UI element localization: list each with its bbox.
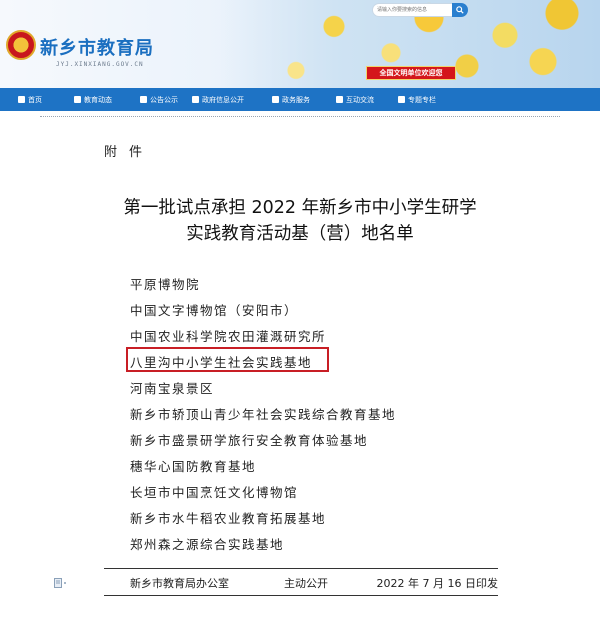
- speaker-icon: [192, 96, 199, 103]
- civilized-unit-badge: 全国文明单位欢迎您: [366, 66, 456, 80]
- nav-item-news[interactable]: 教育动态: [74, 88, 140, 111]
- nav-item-label: 教育动态: [84, 95, 112, 104]
- document-icon: [54, 578, 66, 588]
- site-title[interactable]: 新乡市教育局: [40, 34, 154, 60]
- site-domain: JYJ.XINXIANG.GOV.CN: [56, 61, 144, 68]
- list-item: 平原博物院: [130, 277, 201, 292]
- list-item: 河南宝泉景区: [130, 381, 215, 396]
- folder-icon: [398, 96, 405, 103]
- nav-item-label: 首页: [28, 95, 42, 104]
- list-item: 新乡市水牛稻农业教育拓展基地: [130, 511, 327, 526]
- search-box[interactable]: [372, 3, 460, 17]
- list-item: 中国文字博物馆（安阳市）: [130, 303, 299, 318]
- nav-item-services[interactable]: 政务服务: [272, 88, 336, 111]
- nav-item-home[interactable]: 首页: [18, 88, 74, 111]
- nav-item-interaction[interactable]: 互动交流: [336, 88, 398, 111]
- footer-top-rule: [104, 568, 498, 569]
- document-title-line2: 实践教育活动基（营）地名单: [186, 224, 414, 244]
- news-icon: [74, 96, 81, 103]
- header-banner: 新乡市教育局 JYJ.XINXIANG.GOV.CN 全国文明单位欢迎您: [0, 0, 600, 88]
- document-body: 附件 第一批试点承担 2022 年新乡市中小学生研学 实践教育活动基（营）地名单…: [0, 117, 600, 623]
- nav-item-topics[interactable]: 专题专栏: [398, 88, 468, 111]
- nav-item-label: 公告公示: [150, 95, 178, 104]
- national-emblem-icon: [6, 30, 36, 60]
- search-icon: [456, 6, 464, 14]
- chat-icon: [336, 96, 343, 103]
- attachment-label: 附件: [104, 145, 155, 160]
- issuing-office: 新乡市教育局办公室: [130, 577, 229, 590]
- document-title-line1: 第一批试点承担 2022 年新乡市中小学生研学: [123, 198, 477, 218]
- service-icon: [272, 96, 279, 103]
- nav-item-label: 互动交流: [346, 95, 374, 104]
- highlight-box: [126, 347, 329, 372]
- footer-bottom-rule: [104, 595, 498, 596]
- nav-item-label: 政务服务: [282, 95, 310, 104]
- disclosure-type: 主动公开: [284, 577, 328, 590]
- nav-item-label: 政府信息公开: [202, 95, 244, 104]
- issue-date: 2022 年 7 月 16 日印发: [376, 577, 498, 590]
- base-list: 平原博物院 中国文字博物馆（安阳市） 中国农业科学院农田灌溉研究所 八里沟中小学…: [130, 275, 430, 561]
- search-input[interactable]: [377, 5, 455, 15]
- document-footer: 新乡市教育局办公室 主动公开 2022 年 7 月 16 日印发: [104, 575, 498, 591]
- list-item: 穗华心国防教育基地: [130, 459, 257, 474]
- notice-icon: [140, 96, 147, 103]
- list-item: 新乡市盛景研学旅行安全教育体验基地: [130, 433, 369, 448]
- list-item: 郑州森之源综合实践基地: [130, 537, 285, 552]
- nav-item-gov-info[interactable]: 政府信息公开: [192, 88, 272, 111]
- home-icon: [18, 96, 25, 103]
- main-nav: 首页 教育动态 公告公示 政府信息公开 政务服务 互动交流 专题专栏: [0, 88, 600, 111]
- search-button[interactable]: [452, 3, 468, 17]
- nav-item-notices[interactable]: 公告公示: [140, 88, 192, 111]
- list-item: 新乡市轿顶山青少年社会实践综合教育基地: [130, 407, 397, 422]
- list-item: 长垣市中国烹饪文化博物馆: [130, 485, 299, 500]
- nav-item-label: 专题专栏: [408, 95, 436, 104]
